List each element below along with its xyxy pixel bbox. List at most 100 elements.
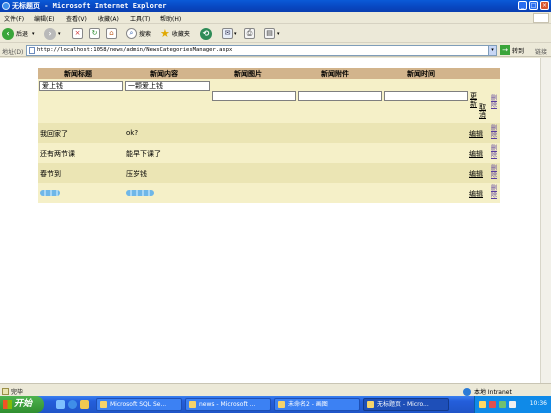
mail-button[interactable]: ✉ ▾: [222, 27, 237, 40]
redacted-content-mark: [126, 190, 154, 196]
address-url: http://localhost:1058/news/admin/NewsCat…: [37, 47, 233, 53]
home-icon: ⌂: [106, 28, 117, 39]
menu-tools[interactable]: 工具(T): [130, 14, 150, 23]
task-label: news - Microsoft ...: [199, 401, 256, 408]
minimize-button[interactable]: _: [518, 1, 527, 10]
taskbar-item-sql[interactable]: Microsoft SQL Se...: [96, 398, 182, 411]
tray-security-icon[interactable]: [489, 401, 496, 408]
time-edit-field[interactable]: [384, 91, 468, 101]
edit-link[interactable]: 编辑: [469, 129, 483, 139]
row-title: 春节到: [40, 170, 61, 178]
system-tray: 10:36: [474, 396, 551, 413]
grid-header: 新闻标题 新闻内容 新闻图片 新闻附件 新闻时间: [38, 68, 500, 79]
edit-link[interactable]: 编辑: [469, 169, 483, 179]
taskbar-item-ie[interactable]: 无标题页 - Micro...: [363, 398, 449, 411]
task-label: 未命名2 - 画图: [288, 401, 328, 408]
tray-volume-icon[interactable]: [509, 401, 516, 408]
edit-link[interactable]: 编辑: [469, 149, 483, 159]
tray-network-icon[interactable]: [499, 401, 506, 408]
back-button[interactable]: ‹ 后退 ▾: [2, 27, 35, 40]
attachment-edit-field[interactable]: [298, 91, 382, 101]
maximize-button[interactable]: □: [529, 1, 538, 10]
folder-quicklaunch-icon[interactable]: [80, 400, 89, 409]
table-row: 编辑 删除: [38, 183, 500, 203]
search-button[interactable]: ⌕ 搜索: [126, 27, 151, 40]
menu-view[interactable]: 查看(V): [66, 14, 87, 23]
forward-arrow-icon: ›: [44, 27, 56, 40]
menu-favorites[interactable]: 收藏(A): [98, 14, 119, 23]
header-title: 新闻标题: [64, 70, 92, 78]
star-icon: ★: [160, 27, 170, 40]
menu-help[interactable]: 帮助(H): [160, 14, 181, 23]
back-label: 后退: [16, 31, 29, 38]
delete-link[interactable]: 删除: [491, 165, 498, 179]
row-content: 能早下课了: [126, 150, 161, 158]
page-icon: [29, 47, 35, 54]
links-label[interactable]: 链接: [535, 47, 547, 56]
home-button[interactable]: ⌂: [106, 27, 117, 40]
delete-link[interactable]: 删除: [491, 95, 498, 109]
browser-window: 无标题页 - Microsoft Internet Explorer _ □ ×…: [0, 0, 551, 413]
row-content: ok?: [126, 129, 139, 137]
stop-button[interactable]: ×: [72, 27, 83, 40]
edit-button[interactable]: ▤ ▾: [264, 27, 280, 40]
picture-edit-field[interactable]: [212, 91, 296, 101]
ie-quicklaunch-icon[interactable]: [68, 400, 77, 409]
print-button[interactable]: ⎙: [244, 27, 255, 40]
header-picture: 新闻图片: [234, 70, 262, 78]
refresh-button[interactable]: ↻: [89, 27, 100, 40]
delete-link[interactable]: 删除: [491, 125, 498, 139]
edit-page-icon: ▤: [264, 28, 275, 39]
chevron-down-icon: ▾: [234, 30, 237, 37]
go-label: 转到: [512, 47, 525, 55]
go-button[interactable]: → 转到: [500, 45, 524, 55]
row-content: 压岁钱: [126, 170, 147, 178]
content-edit-value: 一颗爱上钱: [128, 82, 163, 90]
content-edit-field[interactable]: 一颗爱上钱: [125, 81, 210, 91]
visual-studio-icon: [189, 401, 196, 408]
chevron-down-icon: ▾: [58, 30, 61, 37]
favorites-button[interactable]: ★ 收藏夹: [160, 27, 190, 40]
menu-bar: 文件(F) 编辑(E) 查看(V) 收藏(A) 工具(T) 帮助(H): [0, 12, 551, 24]
delete-link[interactable]: 删除: [491, 185, 498, 199]
tray-app-icon[interactable]: [479, 401, 486, 408]
mail-icon: ✉: [222, 28, 233, 39]
clock[interactable]: 10:36: [530, 400, 547, 407]
redacted-title-mark: [40, 190, 60, 196]
show-desktop-icon[interactable]: [56, 400, 65, 409]
table-row: 我回家了 ok? 编辑 删除: [38, 123, 500, 143]
taskbar: 开始 Microsoft SQL Se... news - Microsoft …: [0, 396, 551, 413]
chevron-down-icon[interactable]: ▾: [32, 31, 35, 37]
title-edit-value: 爱上钱: [42, 82, 63, 90]
start-button[interactable]: 开始: [0, 396, 44, 413]
task-label: Microsoft SQL Se...: [110, 401, 167, 408]
address-label: 地址(D): [2, 49, 24, 56]
header-attachment: 新闻附件: [321, 70, 349, 78]
cancel-link[interactable]: 取消: [479, 103, 487, 119]
zone-text: 本地 Intranet: [474, 389, 512, 396]
close-button[interactable]: ×: [540, 1, 549, 10]
vertical-scrollbar[interactable]: [540, 58, 551, 383]
toolbar: ‹ 后退 ▾ › ▾ × ↻ ⌂ ⌕ 搜索 ★ 收藏夹 ⟲ ✉ ▾ ⎙ ▤ ▾: [0, 24, 551, 43]
task-label: 无标题页 - Micro...: [377, 401, 429, 408]
page-content: 新闻标题 新闻内容 新闻图片 新闻附件 新闻时间 爱上钱 一颗爱上钱 更新 取消…: [0, 58, 540, 383]
back-arrow-icon: ‹: [2, 27, 14, 40]
update-link[interactable]: 更新: [470, 92, 478, 108]
forward-button[interactable]: › ▾: [44, 27, 61, 40]
delete-link[interactable]: 删除: [491, 145, 498, 159]
title-edit-field[interactable]: 爱上钱: [39, 81, 123, 91]
printer-icon: ⎙: [244, 28, 255, 39]
history-button[interactable]: ⟲: [200, 27, 212, 40]
edit-link[interactable]: 编辑: [469, 189, 483, 199]
table-row: 还有两节课 能早下课了 编辑 删除: [38, 143, 500, 163]
address-dropdown-button[interactable]: ▾: [488, 45, 497, 56]
menu-file[interactable]: 文件(F): [4, 14, 24, 23]
taskbar-item-news[interactable]: news - Microsoft ...: [185, 398, 271, 411]
history-icon: ⟲: [200, 27, 212, 40]
header-content: 新闻内容: [150, 70, 178, 78]
address-input[interactable]: http://localhost:1058/news/admin/NewsCat…: [26, 45, 497, 56]
security-zone: 本地 Intranet: [463, 387, 512, 396]
menu-edit[interactable]: 编辑(E): [34, 14, 54, 23]
taskbar-item-paint[interactable]: 未命名2 - 画图: [274, 398, 360, 411]
start-label: 开始: [14, 399, 33, 409]
